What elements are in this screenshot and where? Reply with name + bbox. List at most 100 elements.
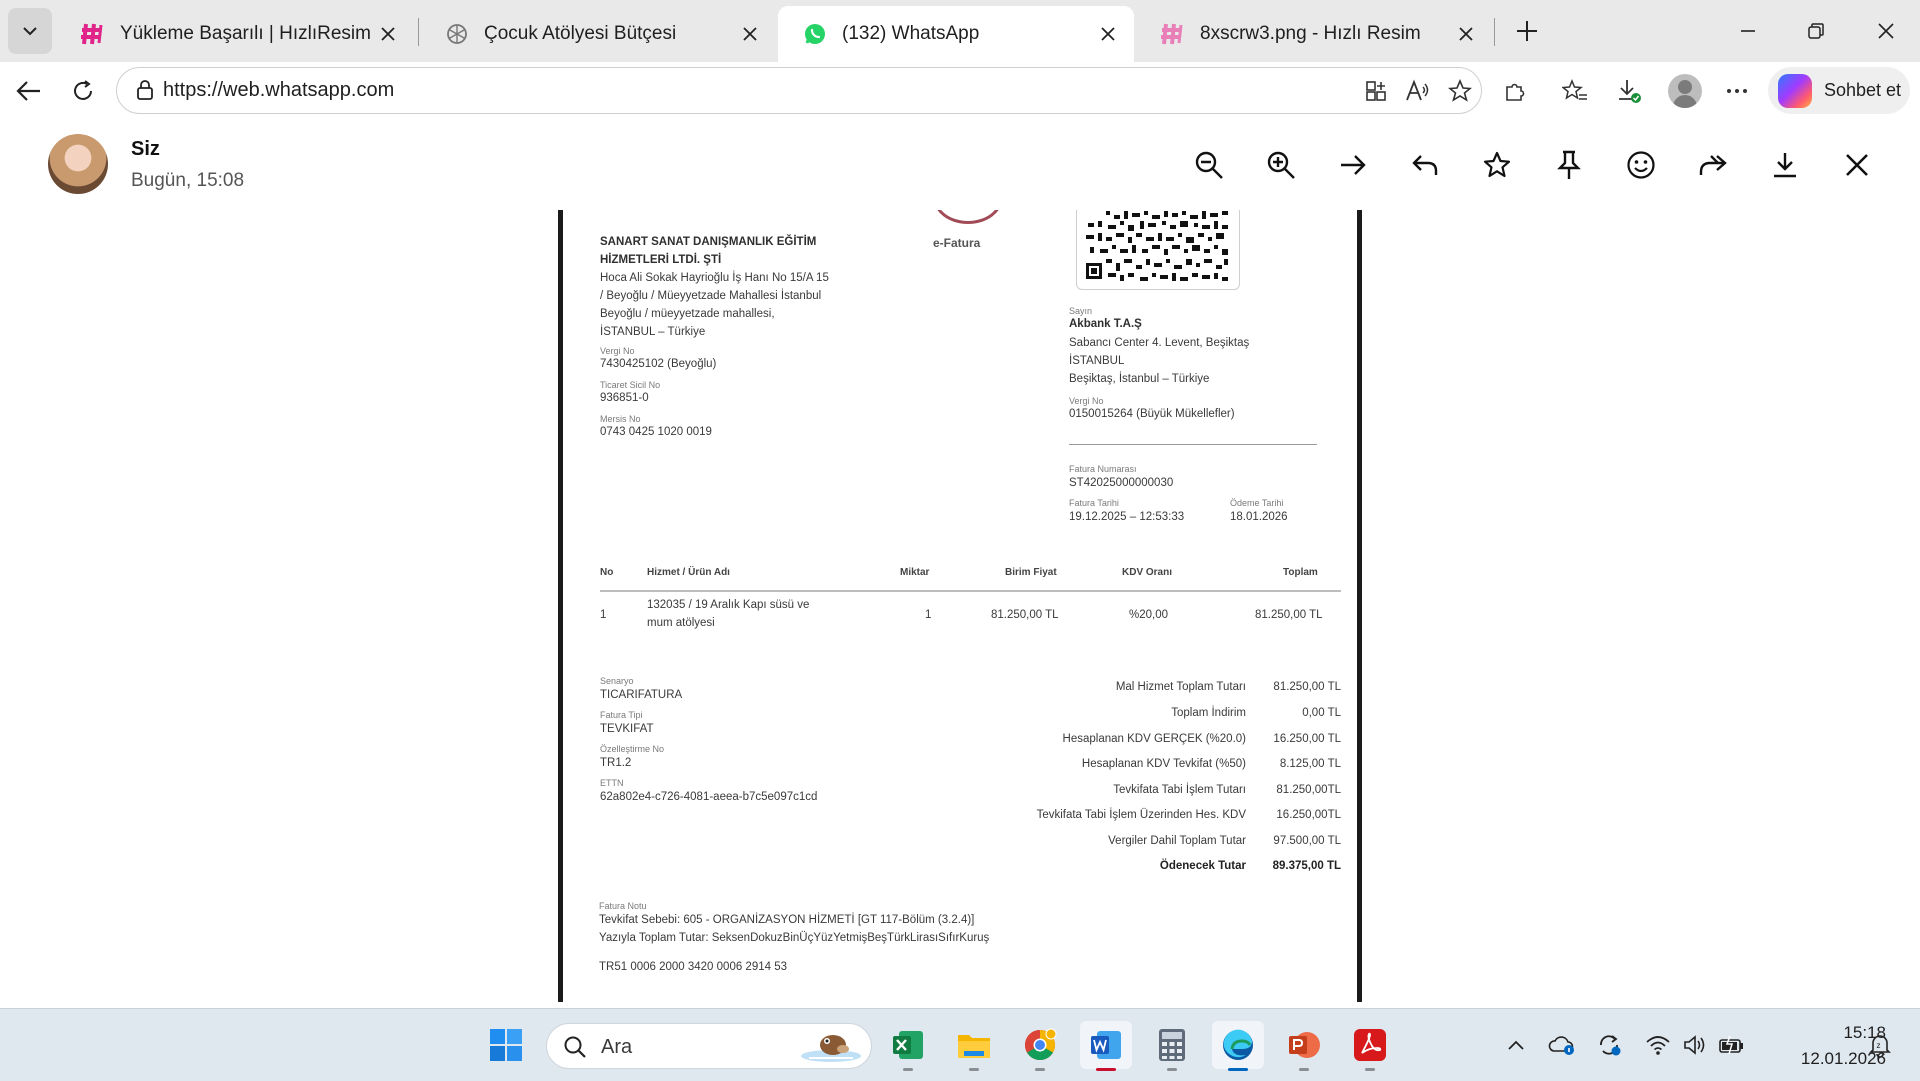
- tab-separator: [418, 18, 419, 46]
- zoom-in-icon: [1267, 151, 1295, 179]
- seller-tax-label: Vergi No: [600, 346, 635, 356]
- payable-total-label: Ödenecek Tutar: [1159, 860, 1246, 872]
- forward-button[interactable]: [1694, 146, 1732, 184]
- favorites-button[interactable]: [1556, 72, 1594, 110]
- taskbar-search[interactable]: Ara: [546, 1023, 872, 1069]
- read-aloud-icon[interactable]: [1403, 76, 1433, 106]
- download-icon: [1619, 80, 1641, 103]
- folder-icon: [958, 1035, 990, 1058]
- favorites-list-icon: [1562, 79, 1587, 100]
- total-label: Hesaplanan KDV GERÇEK (%20.0): [1062, 733, 1246, 745]
- zoom-in-button[interactable]: [1262, 146, 1300, 184]
- edge-icon: [1223, 1029, 1253, 1060]
- taskbar-powerpoint[interactable]: [1278, 1021, 1330, 1071]
- total-label: Vergiler Dahil Toplam Tutar: [1108, 835, 1246, 847]
- einvoice-label: e-Fatura: [933, 236, 981, 250]
- tab-hizliresim-image[interactable]: 8xscrw3.png - Hızlı Resim: [1136, 6, 1492, 62]
- tab-title: Çocuk Atölyesi Bütçesi: [484, 23, 677, 44]
- speaker-icon: [1684, 1035, 1705, 1055]
- tab-cocuk-atolyesi[interactable]: Çocuk Atölyesi Bütçesi: [420, 6, 776, 62]
- close-window-button[interactable]: [1866, 14, 1906, 48]
- close-viewer-button[interactable]: [1838, 146, 1876, 184]
- invoice-type-label: Fatura Tipi: [600, 710, 643, 720]
- row-vat-rate: %20,00: [1129, 609, 1169, 621]
- seller-name-line1: SANART SANAT DANIŞMANLIK EĞİTİM: [600, 236, 817, 248]
- table-header-no: No: [600, 567, 614, 578]
- invoice-date: 19.12.2025 – 12:53:33: [1069, 511, 1185, 523]
- sender-avatar[interactable]: [48, 134, 108, 194]
- buyer-address-line: Beşiktaş, İstanbul – Türkiye: [1069, 373, 1210, 385]
- total-value: 81.250,00 TL: [1273, 681, 1341, 693]
- profile-avatar[interactable]: [1668, 74, 1702, 108]
- table-header-divider: [600, 590, 1341, 592]
- favorite-star-icon[interactable]: [1445, 76, 1475, 106]
- react-button[interactable]: [1622, 146, 1660, 184]
- copilot-icon: [1778, 73, 1812, 108]
- divider: [1069, 444, 1317, 445]
- ellipsis-icon: [1727, 89, 1747, 93]
- total-value: 81.250,00TL: [1276, 784, 1341, 796]
- url-input[interactable]: [163, 79, 1063, 102]
- app-available-icon[interactable]: [1361, 76, 1391, 106]
- powerpoint-icon: [1289, 1032, 1320, 1058]
- windows-logo-icon: [490, 1029, 522, 1061]
- search-highlight-illustration-icon: [801, 1035, 861, 1062]
- tab-close-button[interactable]: [738, 22, 762, 46]
- tray-onedrive[interactable]: [1548, 1031, 1576, 1059]
- taskbar-chrome[interactable]: [1014, 1021, 1066, 1071]
- ettn-value: 62a802e4-c726-4081-aeea-b7c5e097c1cd: [600, 791, 818, 803]
- address-bar[interactable]: [116, 67, 1482, 114]
- active-indicator: [1228, 1068, 1248, 1071]
- download-button[interactable]: [1766, 146, 1804, 184]
- tab-hizliresim-upload[interactable]: Yükleme Başarılı | HızlıResim: [56, 6, 414, 62]
- payable-total-row: Ödenecek Tutar 89.375,00 TL: [963, 860, 1341, 876]
- extensions-button[interactable]: [1496, 72, 1534, 110]
- tray-battery[interactable]: [1718, 1031, 1746, 1059]
- downloads-button[interactable]: [1610, 72, 1648, 110]
- running-indicator: [1167, 1068, 1177, 1071]
- taskbar-file-explorer[interactable]: [948, 1021, 1000, 1071]
- tray-volume[interactable]: [1682, 1031, 1710, 1059]
- go-to-message-button[interactable]: [1334, 146, 1372, 184]
- start-button[interactable]: [480, 1021, 532, 1069]
- restore-button[interactable]: [1796, 14, 1836, 48]
- tab-whatsapp[interactable]: (132) WhatsApp: [778, 6, 1134, 62]
- tab-actions-menu-button[interactable]: [8, 8, 52, 54]
- tray-wifi[interactable]: [1644, 1031, 1672, 1059]
- tab-close-button[interactable]: [376, 22, 400, 46]
- refresh-button[interactable]: [64, 72, 102, 110]
- tab-close-button[interactable]: [1096, 22, 1120, 46]
- notifications-button[interactable]: z: [1866, 1031, 1894, 1059]
- taskbar-word[interactable]: [1080, 1021, 1132, 1071]
- running-indicator: [1299, 1068, 1309, 1071]
- zoom-out-button[interactable]: [1190, 146, 1228, 184]
- invoice-date-label: Fatura Tarihi: [1069, 498, 1119, 508]
- close-icon: [1846, 154, 1868, 176]
- running-indicator: [969, 1068, 979, 1071]
- reply-button[interactable]: [1406, 146, 1444, 184]
- new-tab-button[interactable]: [1510, 14, 1544, 48]
- show-hidden-icons-button[interactable]: [1502, 1031, 1530, 1059]
- star-message-button[interactable]: [1478, 146, 1516, 184]
- scenario-label: Senaryo: [600, 676, 634, 686]
- taskbar-acrobat[interactable]: [1344, 1021, 1396, 1071]
- more-menu-button[interactable]: [1718, 72, 1756, 110]
- close-icon: [1459, 27, 1473, 41]
- taskbar-edge[interactable]: [1212, 1021, 1264, 1071]
- arrow-left-icon: [16, 81, 40, 101]
- pin-message-button[interactable]: [1550, 146, 1588, 184]
- taskbar-excel[interactable]: [882, 1021, 934, 1071]
- customization-label: Özelleştirme No: [600, 744, 665, 754]
- note-label: Fatura Notu: [599, 901, 647, 911]
- tray-sync[interactable]: [1596, 1031, 1624, 1059]
- taskbar-calculator[interactable]: [1146, 1021, 1198, 1071]
- total-label: Hesaplanan KDV Tevkifat (%50): [1081, 758, 1246, 770]
- minimize-button[interactable]: [1728, 14, 1768, 48]
- back-button[interactable]: [10, 72, 48, 110]
- word-icon: [1091, 1031, 1121, 1059]
- chrome-icon: [1024, 1028, 1057, 1061]
- tab-close-button[interactable]: [1454, 22, 1478, 46]
- tab-separator: [1494, 18, 1495, 46]
- zoom-out-icon: [1195, 151, 1223, 179]
- copilot-chat-button[interactable]: Sohbet et: [1768, 67, 1910, 114]
